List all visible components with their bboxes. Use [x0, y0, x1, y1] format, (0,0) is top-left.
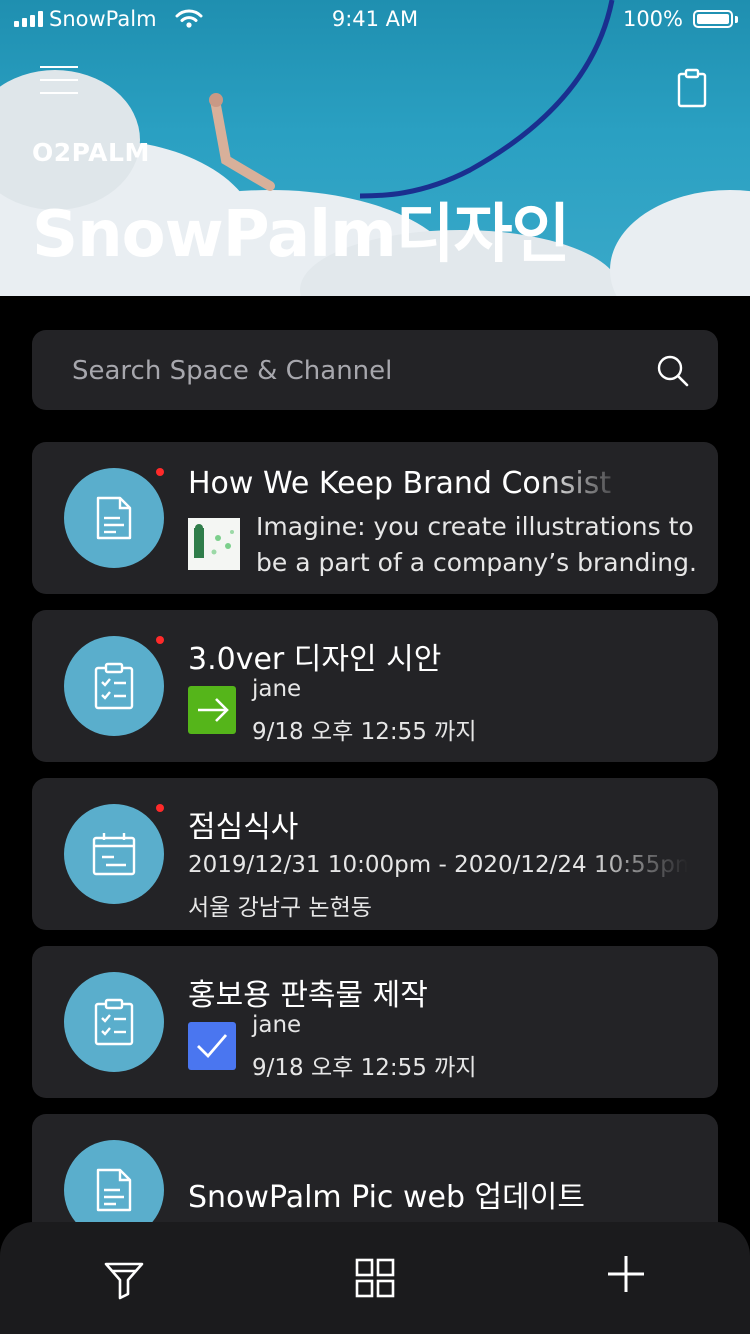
plus-icon[interactable]: [602, 1250, 650, 1298]
due-date: 9/18 오후 12:55 까지: [252, 719, 477, 745]
workspace-brand: O2PALM: [32, 138, 150, 167]
item-title: How We Keep Brand Consist: [188, 466, 612, 501]
item-preview-line2: be a part of a company’s branding.: [256, 548, 697, 577]
search-bar[interactable]: [32, 330, 718, 412]
arrow-right-icon: [188, 686, 236, 734]
event-location: 서울 강남구 논현동: [188, 895, 372, 921]
clipboard-checklist-icon: [64, 972, 164, 1072]
page-title: SnowPalm디자인: [32, 198, 570, 272]
item-title: SnowPalm Pic web 업데이트: [188, 1180, 585, 1215]
calendar-icon: [64, 804, 164, 904]
search-input[interactable]: [70, 330, 634, 412]
grid-icon[interactable]: [351, 1254, 399, 1302]
item-title: 점심식사: [188, 810, 299, 845]
unread-indicator: [156, 636, 164, 644]
list-item[interactable]: 3.0ver 디자인 시안 jane 9/18 오후 12:55 까지: [32, 610, 718, 762]
item-title: 홍보용 판촉물 제작: [188, 978, 428, 1013]
filter-icon[interactable]: [100, 1254, 148, 1302]
battery-info: 100%: [623, 7, 738, 31]
thumbnail-image: [188, 518, 240, 570]
header-banner: SnowPalm 9:41 AM 100% O2PALM SnowPalm디자인: [0, 0, 750, 296]
list-item[interactable]: 홍보용 판촉물 제작 jane 9/18 오후 12:55 까지: [32, 946, 718, 1098]
unread-indicator: [156, 468, 164, 476]
battery-percent: 100%: [622, 7, 683, 31]
checkmark-icon[interactable]: [188, 1022, 236, 1070]
search-icon[interactable]: [656, 354, 690, 388]
hamburger-menu-icon[interactable]: [40, 66, 80, 98]
battery-icon: [693, 10, 733, 28]
list-item[interactable]: How We Keep Brand Consist Imagine: you c…: [32, 442, 718, 594]
clipboard-icon[interactable]: [676, 68, 708, 108]
item-preview-line1: Imagine: you create illustrations to: [256, 512, 694, 541]
due-date: 9/18 오후 12:55 까지: [252, 1055, 477, 1081]
item-title: 3.0ver 디자인 시안: [188, 642, 442, 677]
clipboard-checklist-icon: [64, 636, 164, 736]
assignee: jane: [252, 676, 302, 702]
event-time: 2019/12/31 10:00pm - 2020/12/24 10:55pm: [188, 852, 688, 878]
bottom-toolbar: [0, 1222, 750, 1334]
unread-indicator: [156, 804, 164, 812]
list-item[interactable]: 점심식사 2019/12/31 10:00pm - 2020/12/24 10:…: [32, 778, 718, 930]
assignee: jane: [252, 1012, 302, 1038]
status-bar: SnowPalm 9:41 AM 100%: [0, 0, 750, 40]
document-icon: [64, 468, 164, 568]
